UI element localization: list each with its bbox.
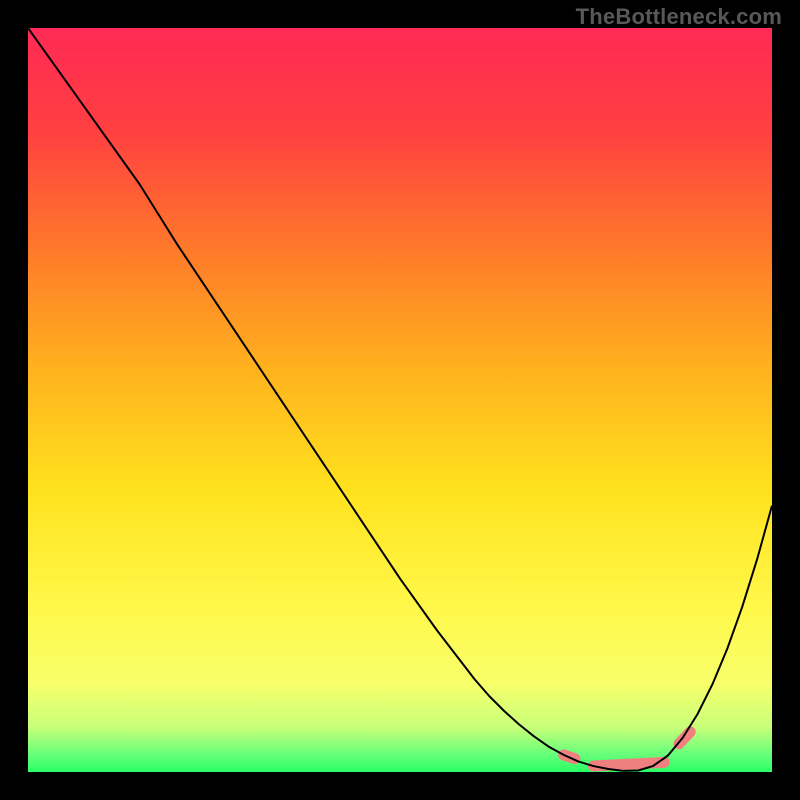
watermark-label: TheBottleneck.com: [576, 4, 782, 30]
chart-plot: [28, 28, 772, 772]
chart-svg: [28, 28, 772, 772]
chart-frame: TheBottleneck.com: [0, 0, 800, 800]
